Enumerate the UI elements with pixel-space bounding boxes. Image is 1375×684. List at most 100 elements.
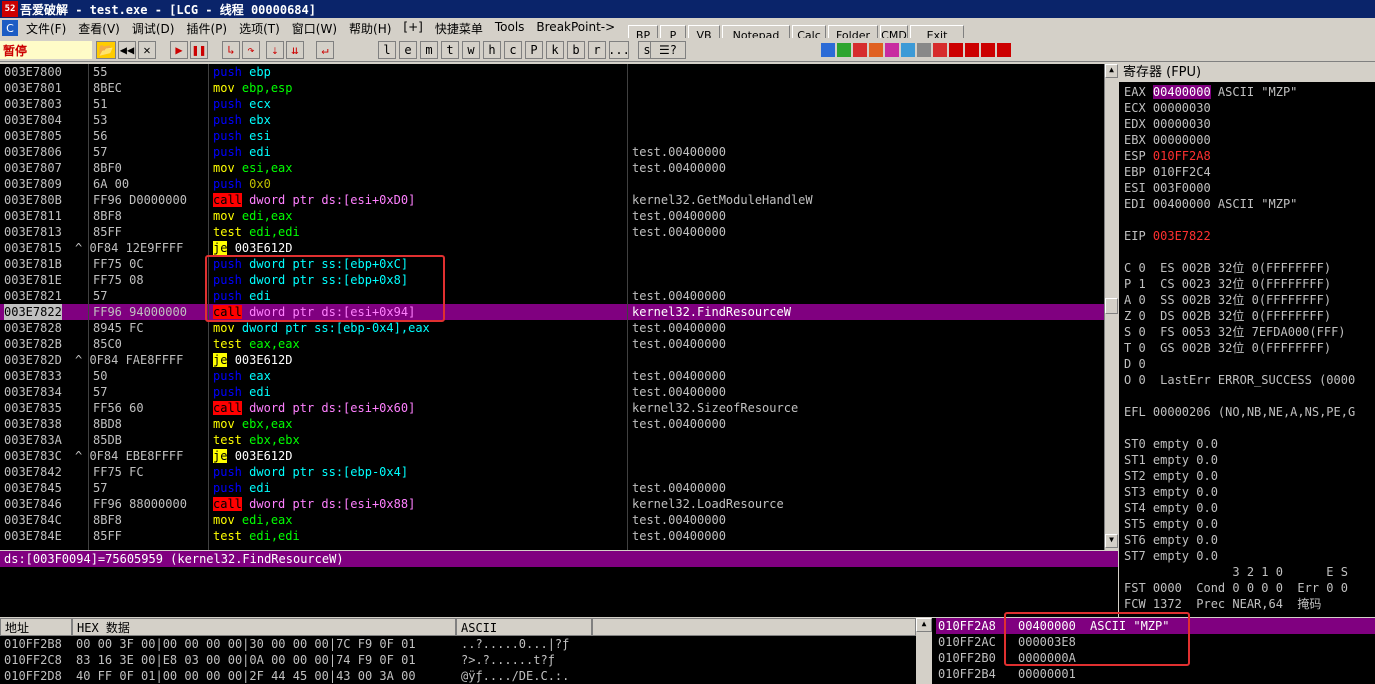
register-line[interactable]: ST7 empty 0.0: [1124, 548, 1218, 564]
dump-row[interactable]: 010FF2C8 83 16 3E 00|E8 03 00 00|0A 00 00…: [4, 652, 916, 668]
register-line[interactable]: ST5 empty 0.0: [1124, 516, 1218, 532]
register-value[interactable]: 00400000: [1152, 85, 1211, 99]
register-line[interactable]: ST0 empty 0.0: [1124, 436, 1218, 452]
step-into-icon[interactable]: ↳: [222, 41, 240, 59]
register-line[interactable]: ESP 010FF2A8: [1124, 148, 1211, 164]
disasm-row[interactable]: 003E7833 50 push eax test.00400000: [0, 368, 1104, 384]
scroll-down-icon[interactable]: ▼: [1105, 534, 1118, 548]
registers-header[interactable]: 寄存器 (FPU): [1119, 64, 1375, 82]
register-value[interactable]: 00000000: [1153, 133, 1211, 147]
register-line[interactable]: 3 2 1 0 E S: [1124, 564, 1348, 580]
execute-till-return-icon[interactable]: ↵: [316, 41, 334, 59]
disasm-row[interactable]: 003E7838 8BD8 mov ebx,eax test.00400000: [0, 416, 1104, 432]
register-line[interactable]: ST3 empty 0.0: [1124, 484, 1218, 500]
52pojie-po-icon[interactable]: [981, 43, 995, 57]
dump-header-address[interactable]: 地址: [0, 618, 72, 636]
disassembly-scrollbar[interactable]: ▲ ▼: [1104, 64, 1118, 550]
run-icon[interactable]: ▶: [170, 41, 188, 59]
disasm-row[interactable]: 003E7804 53 push ebx: [0, 112, 1104, 128]
menu-item[interactable]: 文件(F): [20, 20, 72, 37]
window-button[interactable]: t: [441, 41, 459, 59]
register-line[interactable]: FST 0000 Cond 0 0 0 0 Err 0 0: [1124, 580, 1348, 596]
disasm-row[interactable]: 003E7835 FF56 60 call dword ptr ds:[esi+0x…: [0, 400, 1104, 416]
52pojie-jie-icon[interactable]: [997, 43, 1011, 57]
disasm-row[interactable]: 003E7800 55 push ebp: [0, 64, 1104, 80]
disasm-row[interactable]: 003E7805 56 push esi: [0, 128, 1104, 144]
register-line[interactable]: Z 0 DS 002B 32位 0(FFFFFFFF): [1124, 308, 1331, 324]
disasm-row[interactable]: 003E7803 51 push ecx: [0, 96, 1104, 112]
menu-item[interactable]: 查看(V): [72, 20, 126, 37]
register-line[interactable]: EFL 00000206 (NO,NB,NE,A,NS,PE,G: [1124, 404, 1355, 420]
register-line[interactable]: P 1 CS 0023 32位 0(FFFFFFFF): [1124, 276, 1331, 292]
register-value[interactable]: 010FF2A8: [1153, 149, 1211, 163]
system-menu-icon[interactable]: C: [2, 20, 18, 36]
disasm-row[interactable]: 003E7813 85FF test edi,edi test.00400000: [0, 224, 1104, 240]
scroll-up-icon[interactable]: ▲: [1105, 64, 1118, 78]
window-button[interactable]: k: [546, 41, 564, 59]
register-line[interactable]: S 0 FS 0053 32位 7EFDA000(FFF): [1124, 324, 1346, 340]
dump-scrollbar[interactable]: ▲: [916, 618, 932, 684]
user-icon[interactable]: [869, 43, 883, 57]
window-button[interactable]: h: [483, 41, 501, 59]
dump-row[interactable]: 010FF2D8 40 FF 0F 01|00 00 00 00|2F 44 45…: [4, 668, 916, 684]
register-line[interactable]: ST1 empty 0.0: [1124, 452, 1218, 468]
registers-pane[interactable]: 寄存器 (FPU) EAX 00400000 ASCII "MZP" ECX 00…: [1119, 64, 1375, 617]
52pojie-ai-icon[interactable]: [965, 43, 979, 57]
a-icon[interactable]: [853, 43, 867, 57]
menu-item[interactable]: 帮助(H): [343, 20, 397, 37]
register-line[interactable]: ESI 003F0000: [1124, 180, 1211, 196]
step-over-icon[interactable]: ↷: [242, 41, 260, 59]
register-line[interactable]: C 0 ES 002B 32位 0(FFFFFFFF): [1124, 260, 1331, 276]
register-value[interactable]: 00000030: [1153, 101, 1211, 115]
register-line[interactable]: ECX 00000030: [1124, 100, 1211, 116]
disasm-row[interactable]: 003E7801 8BEC mov ebp,esp: [0, 80, 1104, 96]
disasm-row[interactable]: 003E7822 FF96 94000000 call dword ptr ds:[…: [0, 304, 1104, 320]
disasm-row[interactable]: 003E7815 ^ 0F84 12E9FFFF je 003E612D: [0, 240, 1104, 256]
disasm-row[interactable]: 003E7806 57 push edi test.00400000: [0, 144, 1104, 160]
disasm-row[interactable]: 003E782B 85C0 test eax,eax test.00400000: [0, 336, 1104, 352]
list-icon[interactable]: [917, 43, 931, 57]
scroll-up-icon[interactable]: ▲: [916, 618, 932, 632]
dump-header-hex[interactable]: HEX 数据: [72, 618, 456, 636]
menu-item[interactable]: 调试(D): [126, 20, 181, 37]
register-line[interactable]: EIP 003E7822: [1124, 228, 1211, 244]
register-line[interactable]: A 0 SS 002B 32位 0(FFFFFFFF): [1124, 292, 1331, 308]
menu-item[interactable]: 快捷菜单: [429, 20, 489, 37]
disasm-row[interactable]: 003E7809 6A 00 push 0x0: [0, 176, 1104, 192]
disasm-row[interactable]: 003E7834 57 push edi test.00400000: [0, 384, 1104, 400]
disasm-row[interactable]: 003E780B FF96 D0000000 call dword ptr ds:[…: [0, 192, 1104, 208]
register-line[interactable]: T 0 GS 002B 32位 0(FFFFFFFF): [1124, 340, 1331, 356]
scroll-thumb[interactable]: [1105, 298, 1118, 314]
window-button[interactable]: ...: [608, 41, 630, 59]
layout-icon[interactable]: ☰?: [650, 41, 686, 59]
register-value[interactable]: 003E7822: [1153, 229, 1211, 243]
register-line[interactable]: O 0 LastErr ERROR_SUCCESS (0000: [1124, 372, 1355, 388]
register-line[interactable]: FCW 1372 Prec NEAR,64 掩码: [1124, 596, 1321, 612]
disasm-row[interactable]: 003E7845 57 push edi test.00400000: [0, 480, 1104, 496]
window-button[interactable]: w: [462, 41, 480, 59]
disasm-row[interactable]: 003E7821 57 push edi test.00400000: [0, 288, 1104, 304]
register-value[interactable]: 010FF2C4: [1153, 165, 1211, 179]
menu-item[interactable]: 插件(P): [180, 20, 233, 37]
disasm-row[interactable]: 003E783A 85DB test ebx,ebx: [0, 432, 1104, 448]
register-value[interactable]: 00400000: [1153, 197, 1211, 211]
register-line[interactable]: EBP 010FF2C4: [1124, 164, 1211, 180]
pause-icon[interactable]: ❚❚: [190, 41, 208, 59]
window-button[interactable]: P: [525, 41, 543, 59]
dump-pane[interactable]: 010FF2B8 00 00 3F 00|00 00 00 00|30 00 00…: [0, 636, 916, 684]
map-icon[interactable]: [901, 43, 915, 57]
dump-header-ascii[interactable]: ASCII: [456, 618, 592, 636]
register-line[interactable]: EDX 00000030: [1124, 116, 1211, 132]
menu-item[interactable]: 窗口(W): [286, 20, 343, 37]
disasm-row[interactable]: 003E7811 8BF8 mov edi,eax test.00400000: [0, 208, 1104, 224]
window-button[interactable]: c: [504, 41, 522, 59]
menu-item[interactable]: [+]: [397, 20, 428, 37]
disasm-row[interactable]: 003E782D ^ 0F84 FAE8FFFF je 003E612D: [0, 352, 1104, 368]
open-icon[interactable]: 📂: [96, 41, 116, 59]
trace-into-icon[interactable]: ⇣: [266, 41, 284, 59]
disassembly-pane[interactable]: 003E7800 55 push ebp 003E7801 8BEC mov ebp,es…: [0, 64, 1104, 550]
window-button[interactable]: b: [567, 41, 585, 59]
disasm-row[interactable]: 003E783C ^ 0F84 EBE8FFFF je 003E612D: [0, 448, 1104, 464]
register-line[interactable]: EDI 00400000 ASCII "MZP": [1124, 196, 1297, 212]
module-icon[interactable]: [837, 43, 851, 57]
